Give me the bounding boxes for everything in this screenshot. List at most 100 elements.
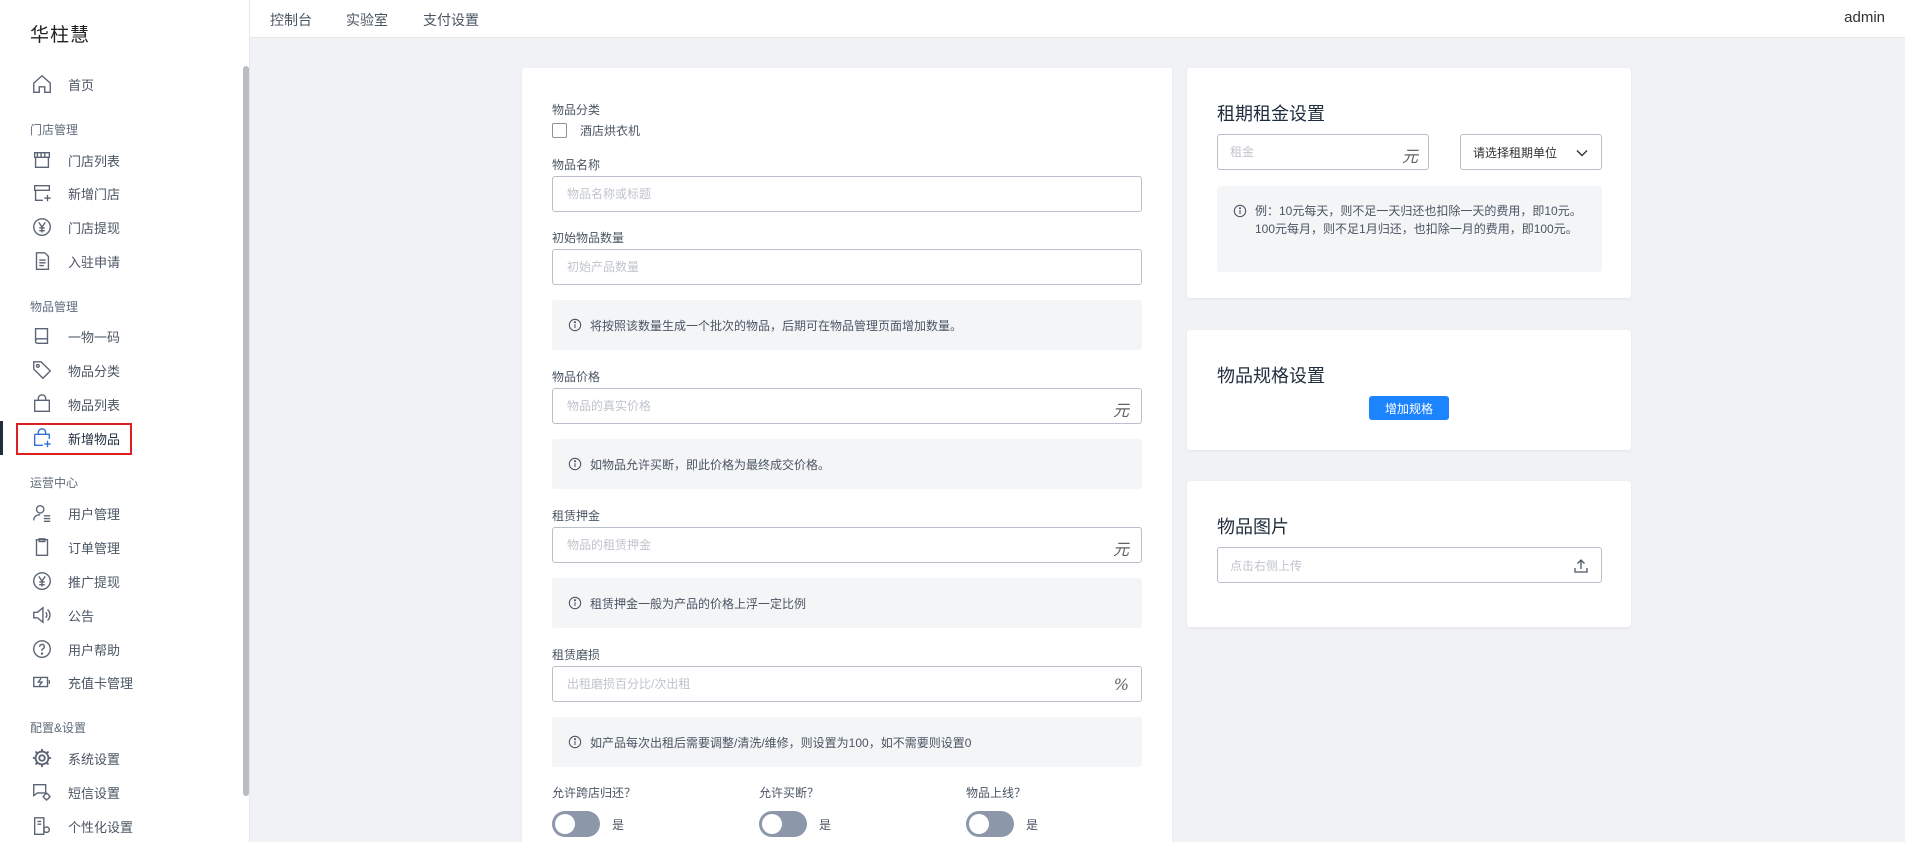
topnav-payment[interactable]: 支付设置 bbox=[423, 10, 479, 30]
gear-icon bbox=[30, 746, 54, 770]
rent-tip-text: 例：10元每天，则不足一天归还也扣除一天的费用，即10元。100元每月，则不足1… bbox=[1255, 204, 1582, 236]
document-icon bbox=[30, 249, 54, 273]
chevron-down-icon bbox=[1576, 150, 1588, 157]
sidebar-item-label: 订单管理 bbox=[68, 540, 121, 556]
price-input[interactable] bbox=[553, 389, 1141, 423]
sidebar-item-notice[interactable]: 公告 bbox=[30, 601, 94, 629]
user-menu[interactable]: admin bbox=[1844, 9, 1885, 26]
section-title-config: 配置&设置 bbox=[30, 721, 87, 735]
sidebar-scrollbar[interactable] bbox=[243, 66, 249, 796]
topnav-lab[interactable]: 实验室 bbox=[346, 10, 388, 30]
clipboard-icon bbox=[30, 535, 54, 559]
qty-input[interactable] bbox=[553, 250, 1141, 284]
sidebar-item-label: 系统设置 bbox=[68, 751, 121, 767]
deposit-field[interactable]: 元 bbox=[552, 527, 1142, 563]
cross-store-return-toggle[interactable] bbox=[552, 811, 600, 837]
add-spec-button[interactable]: 增加规格 bbox=[1369, 396, 1449, 420]
deposit-tip-text: 租赁押金一般为产品的价格上浮一定比例 bbox=[590, 596, 807, 611]
info-icon bbox=[568, 735, 582, 749]
rent-suffix: 元 bbox=[1401, 147, 1418, 166]
sidebar-item-personalize[interactable]: 个性化设置 bbox=[30, 812, 133, 840]
rent-field[interactable]: 元 bbox=[1217, 134, 1429, 170]
cross-store-return-label: 允许跨店归还？ bbox=[552, 786, 637, 800]
online-label: 物品上线？ bbox=[966, 786, 1027, 800]
image-upload-field[interactable]: 点击右侧上传 bbox=[1217, 547, 1602, 583]
upload-icon[interactable] bbox=[1573, 558, 1589, 574]
sidebar-item-label: 门店列表 bbox=[68, 153, 121, 169]
sidebar-item-users[interactable]: 用户管理 bbox=[30, 499, 120, 527]
sidebar-item-help[interactable]: 用户帮助 bbox=[30, 635, 120, 663]
rent-input[interactable] bbox=[1218, 135, 1428, 169]
sidebar-item-recharge[interactable]: 充值卡管理 bbox=[30, 668, 133, 696]
section-title-store: 门店管理 bbox=[30, 123, 79, 137]
category-checkbox[interactable]: 酒店烘衣机 bbox=[552, 122, 640, 139]
home-icon bbox=[30, 72, 54, 96]
online-toggle[interactable] bbox=[966, 811, 1014, 837]
info-icon bbox=[568, 318, 582, 332]
bag-icon bbox=[30, 392, 54, 416]
sidebar-item-label: 用户帮助 bbox=[68, 642, 121, 658]
sidebar-item-apply[interactable]: 入驻申请 bbox=[30, 247, 120, 275]
active-indicator bbox=[0, 421, 3, 455]
sidebar-item-label: 物品列表 bbox=[68, 397, 121, 413]
add-store-icon bbox=[30, 181, 54, 205]
qty-field[interactable] bbox=[552, 249, 1142, 285]
buyout-label: 允许买断？ bbox=[759, 786, 820, 800]
category-option-label: 酒店烘衣机 bbox=[580, 124, 641, 138]
sidebar-item-sms[interactable]: 短信设置 bbox=[30, 778, 120, 806]
deposit-suffix: 元 bbox=[1112, 540, 1129, 559]
info-icon bbox=[1233, 204, 1247, 218]
info-icon bbox=[568, 596, 582, 610]
deposit-tip: 租赁押金一般为产品的价格上浮一定比例 bbox=[552, 578, 1142, 628]
rent-unit-select[interactable]: 请选择租期单位 bbox=[1460, 134, 1602, 170]
sidebar-item-label: 一物一码 bbox=[68, 329, 121, 345]
price-field[interactable]: 元 bbox=[552, 388, 1142, 424]
goods-images-panel: 物品图片 点击右侧上传 bbox=[1187, 481, 1631, 627]
wear-tip: 如产品每次出租后需要调整/清洗/维修，则设置为100，如不需要则设置0 bbox=[552, 717, 1142, 767]
help-icon bbox=[30, 637, 54, 661]
sidebar-item-label: 入驻申请 bbox=[68, 254, 121, 270]
sidebar-item-home[interactable]: 首页 bbox=[30, 70, 94, 98]
sidebar-item-label: 充值卡管理 bbox=[68, 675, 134, 691]
topnav-dashboard[interactable]: 控制台 bbox=[270, 10, 312, 30]
sidebar-item-label: 个性化设置 bbox=[68, 819, 134, 835]
brand-logo: 华柱慧 bbox=[30, 25, 91, 46]
rent-tip: 例：10元每天，则不足一天归还也扣除一天的费用，即10元。100元每月，则不足1… bbox=[1217, 186, 1602, 272]
name-field[interactable] bbox=[552, 176, 1142, 212]
rent-title: 租期租金设置 bbox=[1217, 104, 1325, 124]
wear-input[interactable] bbox=[553, 667, 1141, 701]
sidebar-item-store-list[interactable]: 门店列表 bbox=[30, 146, 120, 174]
checkbox-box[interactable] bbox=[552, 123, 567, 138]
sidebar-item-goods-list[interactable]: 物品列表 bbox=[30, 390, 120, 418]
sidebar-item-category[interactable]: 物品分类 bbox=[30, 356, 120, 384]
price-tip: 如物品允许买断，即此价格为最终成交价格。 bbox=[552, 439, 1142, 489]
sidebar-item-add-store[interactable]: 新增门店 bbox=[30, 179, 120, 207]
top-navbar: 控制台 实验室 支付设置 admin bbox=[250, 0, 1905, 38]
sidebar-item-label: 门店提现 bbox=[68, 220, 121, 236]
yen-icon bbox=[30, 569, 54, 593]
sidebar-item-label: 短信设置 bbox=[68, 785, 121, 801]
name-label: 物品名称 bbox=[552, 158, 601, 172]
sidebar-item-one-code[interactable]: 一物一码 bbox=[30, 322, 120, 350]
buyout-toggle[interactable] bbox=[759, 811, 807, 837]
goods-form-panel: 物品分类 酒店烘衣机 物品名称 初始物品数量 将按照该数量生成一个批次的物品，后… bbox=[522, 68, 1172, 842]
sidebar-item-promo-withdraw[interactable]: 推广提现 bbox=[30, 567, 120, 595]
qty-tip: 将按照该数量生成一个批次的物品，后期可在物品管理页面增加数量。 bbox=[552, 300, 1142, 350]
spec-title: 物品规格设置 bbox=[1217, 366, 1325, 386]
toggle-value-label: 是 bbox=[1026, 817, 1039, 832]
wear-field[interactable]: % bbox=[552, 666, 1142, 702]
cross-store-return-group: 允许跨店归还？ 是 bbox=[552, 784, 636, 837]
sidebar-item-system[interactable]: 系统设置 bbox=[30, 744, 120, 772]
book-icon bbox=[30, 324, 54, 348]
sidebar: 华柱慧 首页 门店管理 门店列表 新增门店 门店提现 入驻申请 物品管理 一物一… bbox=[0, 0, 250, 842]
price-suffix: 元 bbox=[1112, 401, 1129, 420]
sidebar-item-orders[interactable]: 订单管理 bbox=[30, 533, 120, 561]
sidebar-item-label: 物品分类 bbox=[68, 363, 121, 379]
buyout-group: 允许买断？ 是 bbox=[759, 784, 831, 837]
deposit-input[interactable] bbox=[553, 528, 1141, 562]
rent-unit-value: 请选择租期单位 bbox=[1473, 145, 1558, 160]
personalize-icon bbox=[30, 814, 54, 838]
name-input[interactable] bbox=[553, 177, 1141, 211]
price-tip-text: 如物品允许买断，即此价格为最终成交价格。 bbox=[590, 457, 831, 472]
sidebar-item-store-withdraw[interactable]: 门店提现 bbox=[30, 213, 120, 241]
